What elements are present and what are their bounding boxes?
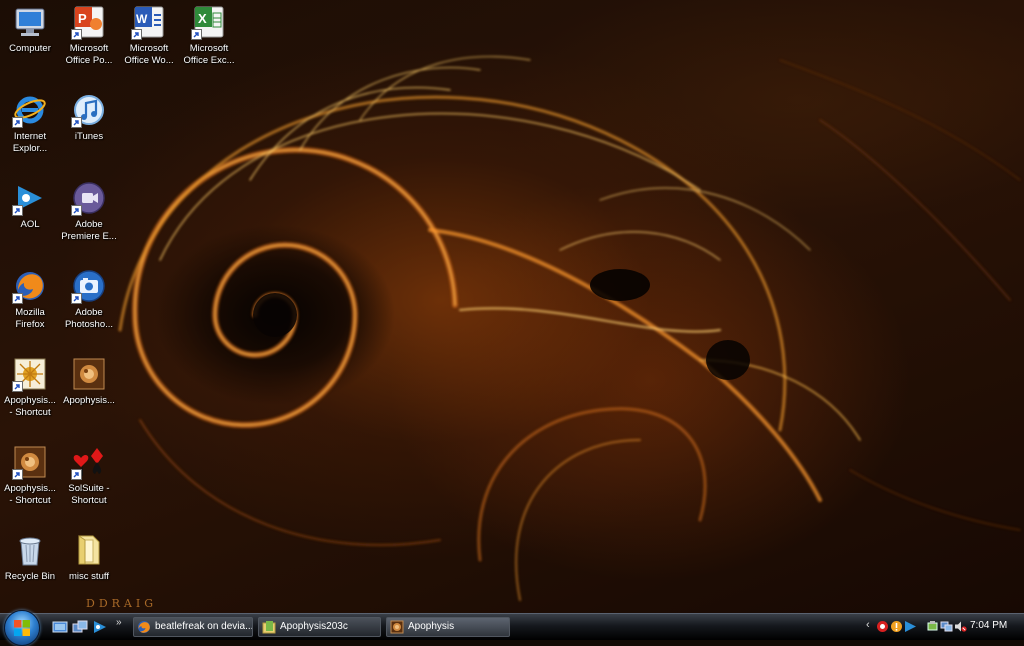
tray-icon-usb[interactable] xyxy=(926,620,939,633)
task-label: beatlefreak on devia... xyxy=(155,621,253,632)
apophysis-folder-icon xyxy=(262,620,276,634)
shortcut-arrow-icon xyxy=(12,117,23,128)
task-button-apophysis[interactable]: Apophysis xyxy=(386,617,510,637)
task-label: Apophysis203c xyxy=(280,621,348,632)
desktop-icon-label: Apophysis... xyxy=(63,395,115,406)
desktop-icon-apophysis-shortcut-2[interactable]: Apophysis... - Shortcut xyxy=(0,444,60,507)
desktop-icon-computer[interactable]: Computer xyxy=(0,4,60,55)
desktop-icon-solsuite[interactable]: SolSuite - Shortcut xyxy=(59,444,119,507)
shortcut-arrow-icon xyxy=(12,293,23,304)
system-clock[interactable]: 7:04 PM xyxy=(970,620,1007,631)
show-desktop-icon xyxy=(52,621,68,633)
shortcut-arrow-icon xyxy=(191,29,202,40)
aol-icon xyxy=(905,621,916,632)
volume-muted-icon xyxy=(955,621,967,632)
apophysis-flame-icon xyxy=(390,620,404,634)
taskbar: » beatlefreak on devia... Apophysis203c … xyxy=(0,610,1024,646)
desktop: DDRAIG Computer P Microsoft Office Po...… xyxy=(0,0,1024,613)
desktop-icon-internet-explorer[interactable]: Internet Explor... xyxy=(0,92,60,155)
desktop-icon-label: Adobe Photosho... xyxy=(64,307,114,330)
desktop-icon-excel[interactable]: X Microsoft Office Exc... xyxy=(179,4,239,67)
desktop-icon-label: Microsoft Office Exc... xyxy=(183,43,235,66)
desktop-icon-label: Apophysis... - Shortcut xyxy=(4,395,56,418)
svg-text:X: X xyxy=(198,11,207,26)
task-button-apophysis203c[interactable]: Apophysis203c xyxy=(258,617,381,637)
desktop-icon-apophysis[interactable]: Apophysis... xyxy=(59,356,119,407)
desktop-icon-label: Microsoft Office Wo... xyxy=(124,43,174,66)
desktop-icon-label: Computer xyxy=(9,43,51,54)
apophysis-flame-icon xyxy=(12,444,48,480)
desktop-icon-firefox[interactable]: Mozilla Firefox xyxy=(0,268,60,331)
solsuite-icon xyxy=(71,444,107,480)
wallpaper-fractal xyxy=(118,56,1021,601)
quicklaunch-show-desktop[interactable] xyxy=(52,619,68,635)
start-button[interactable] xyxy=(4,610,40,646)
desktop-icon-label: AOL xyxy=(20,219,40,230)
recycle-bin-icon xyxy=(12,532,48,568)
premiere-icon xyxy=(71,180,107,216)
word-icon: W xyxy=(131,4,167,40)
antivirus-icon xyxy=(877,621,888,632)
shortcut-arrow-icon xyxy=(71,29,82,40)
tray-icon-network-alert[interactable] xyxy=(890,620,903,633)
internet-explorer-icon xyxy=(12,92,48,128)
firefox-icon xyxy=(137,620,151,634)
tray-icon-network[interactable] xyxy=(940,620,953,633)
desktop-icon-label: SolSuite - Shortcut xyxy=(68,483,110,506)
desktop-icon-photoshop[interactable]: Adobe Photosho... xyxy=(59,268,119,331)
excel-icon: X xyxy=(191,4,227,40)
apophysis-icon xyxy=(12,356,48,392)
shortcut-arrow-icon xyxy=(71,117,82,128)
windows-logo-icon xyxy=(14,620,30,636)
shortcut-arrow-icon xyxy=(12,381,23,392)
shortcut-arrow-icon xyxy=(71,469,82,480)
desktop-icon-premiere[interactable]: Adobe Premiere E... xyxy=(59,180,119,243)
desktop-icon-powerpoint[interactable]: P Microsoft Office Po... xyxy=(59,4,119,67)
wallpaper-watermark: DDRAIG xyxy=(86,597,157,610)
tray-icon-volume[interactable] xyxy=(954,620,967,633)
safely-remove-hardware-icon xyxy=(927,621,938,631)
shortcut-arrow-icon xyxy=(71,205,82,216)
apophysis-flame-icon xyxy=(71,356,107,392)
folder-icon xyxy=(71,532,107,568)
desktop-icon-label: misc stuff xyxy=(69,571,109,582)
desktop-icon-word[interactable]: W Microsoft Office Wo... xyxy=(119,4,179,67)
itunes-icon xyxy=(71,92,107,128)
task-button-firefox[interactable]: beatlefreak on devia... xyxy=(133,617,253,637)
desktop-icon-label: Mozilla Firefox xyxy=(15,307,45,330)
desktop-icon-label: Adobe Premiere E... xyxy=(61,219,117,242)
alert-icon xyxy=(891,621,902,632)
desktop-icon-aol[interactable]: AOL xyxy=(0,180,60,231)
desktop-icon-itunes[interactable]: iTunes xyxy=(59,92,119,143)
desktop-icon-label: Recycle Bin xyxy=(4,571,56,582)
desktop-icon-label: iTunes xyxy=(74,131,104,142)
firefox-icon xyxy=(12,268,48,304)
quicklaunch-more-button[interactable]: » xyxy=(116,617,122,628)
desktop-icon-misc-stuff[interactable]: misc stuff xyxy=(59,532,119,583)
shortcut-arrow-icon xyxy=(131,29,142,40)
shortcut-arrow-icon xyxy=(12,205,23,216)
tray-expand-button[interactable]: ‹ xyxy=(866,619,870,631)
computer-icon xyxy=(12,4,48,40)
desktop-icon-label: Internet Explor... xyxy=(12,131,48,154)
network-icon xyxy=(940,621,953,632)
desktop-icon-label: Microsoft Office Po... xyxy=(65,43,113,66)
desktop-icon-label: Apophysis... - Shortcut xyxy=(4,483,56,506)
aol-icon xyxy=(12,180,48,216)
photoshop-icon xyxy=(71,268,107,304)
svg-text:P: P xyxy=(78,11,87,26)
desktop-icon-recycle-bin[interactable]: Recycle Bin xyxy=(0,532,60,583)
shortcut-arrow-icon xyxy=(71,293,82,304)
tray-icon-antivirus[interactable] xyxy=(876,620,889,633)
quicklaunch-aol[interactable] xyxy=(92,619,108,635)
svg-text:W: W xyxy=(136,12,148,26)
switch-windows-icon xyxy=(72,620,88,633)
powerpoint-icon: P xyxy=(71,4,107,40)
shortcut-arrow-icon xyxy=(12,469,23,480)
quicklaunch-switch-windows[interactable] xyxy=(72,619,88,635)
desktop-icon-apophysis-shortcut[interactable]: Apophysis... - Shortcut xyxy=(0,356,60,419)
aol-icon xyxy=(94,621,106,633)
tray-icon-aol[interactable] xyxy=(904,620,917,633)
task-label: Apophysis xyxy=(408,621,455,632)
